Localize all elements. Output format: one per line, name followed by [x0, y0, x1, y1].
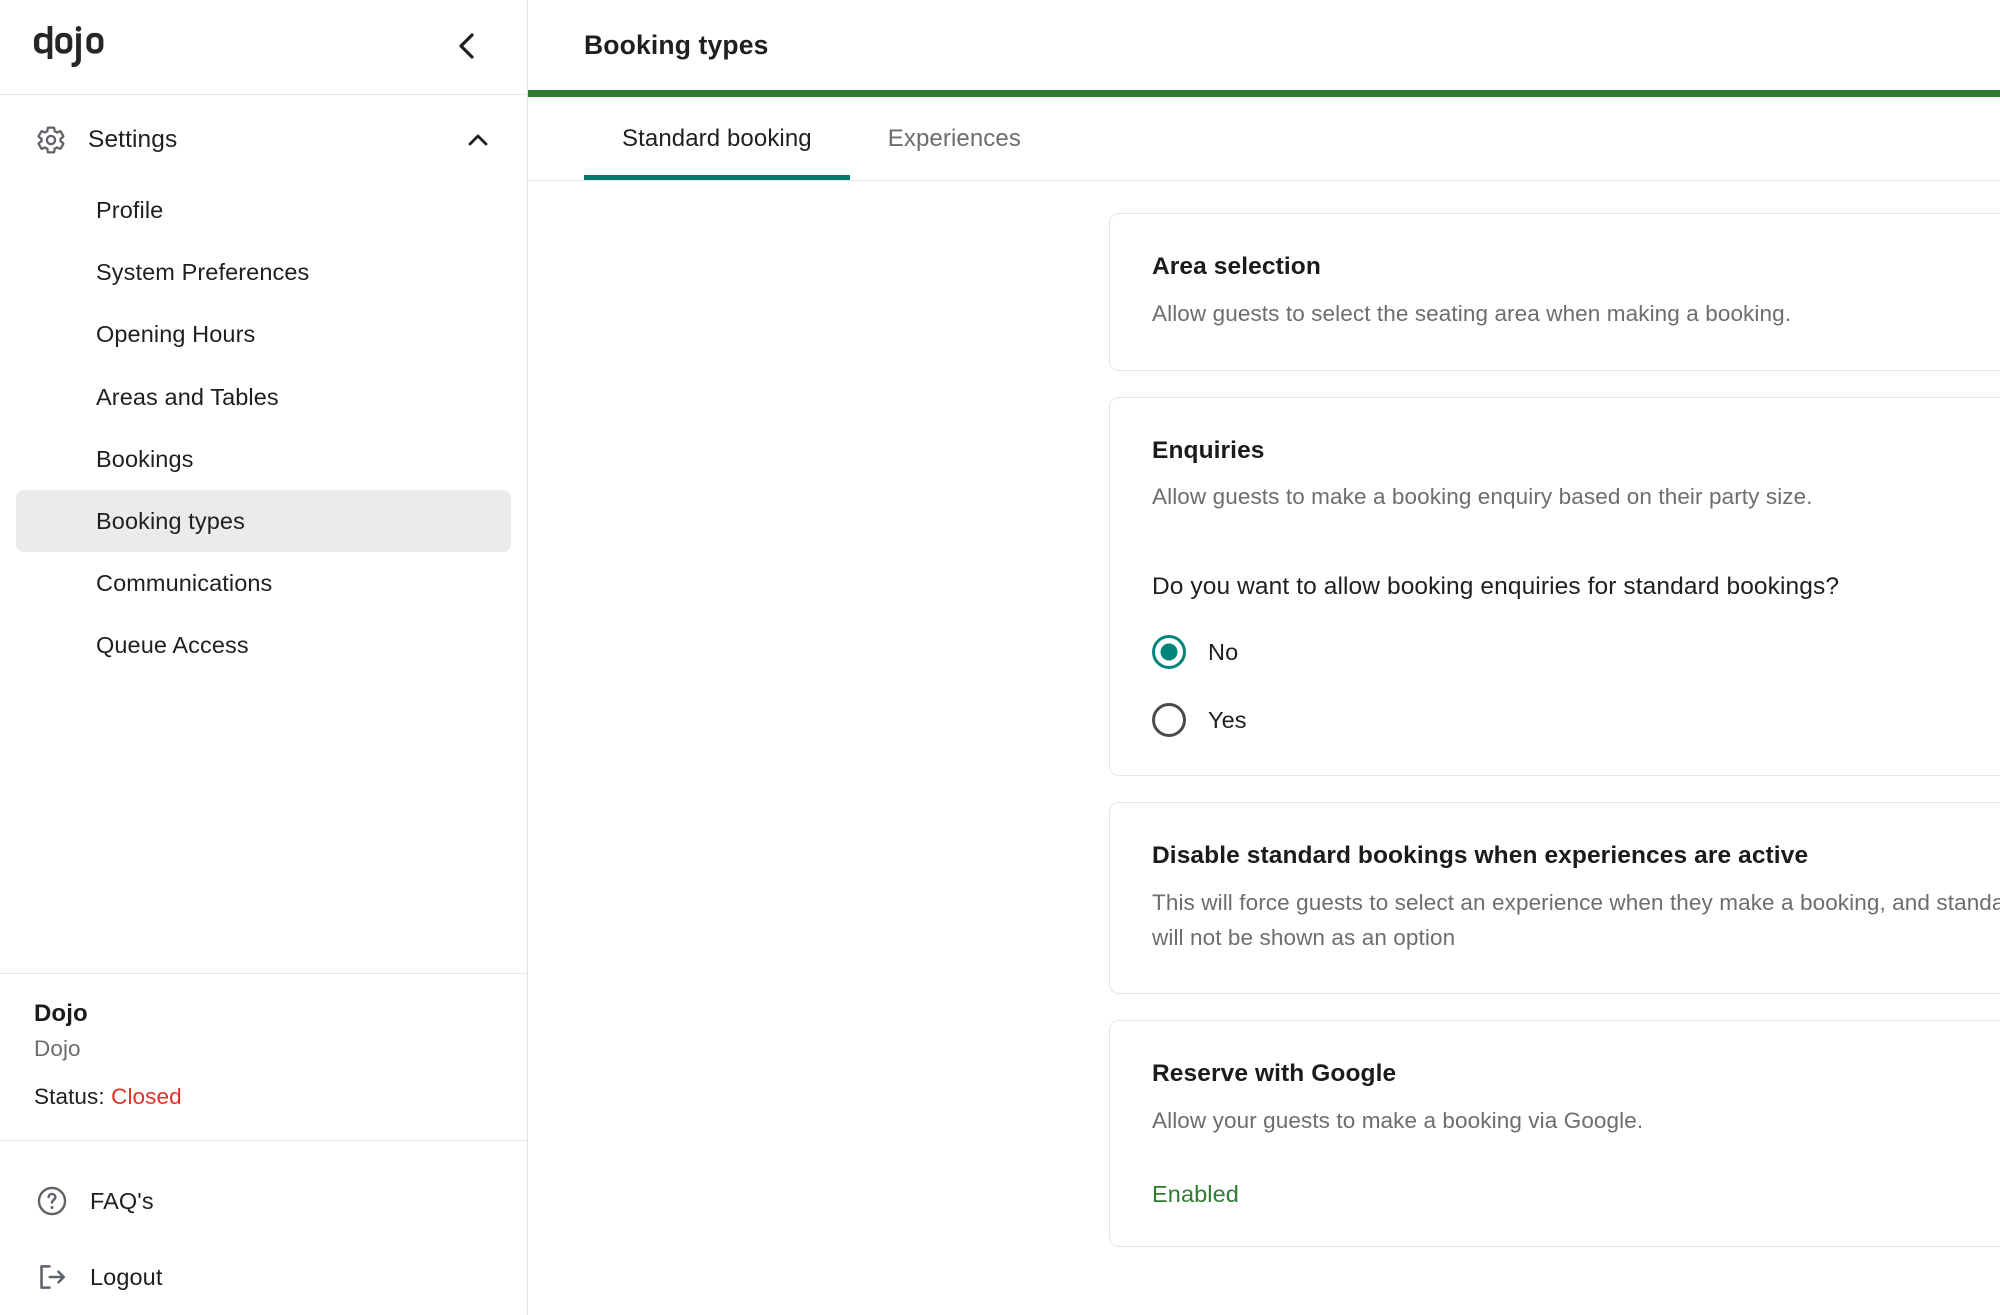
- sidebar-item-booking-types[interactable]: Booking types: [16, 489, 511, 553]
- main-content: Booking types Standard booking Experienc…: [528, 0, 2000, 1315]
- page-title: Booking types: [584, 29, 769, 60]
- sidebar-item-opening-hours[interactable]: Opening Hours: [16, 303, 511, 365]
- settings-panel: Area selection Allow guests to select th…: [528, 181, 2000, 1315]
- chevron-left-icon: [454, 31, 480, 64]
- app-root: Settings Profile System Preferences Open…: [0, 0, 2000, 1315]
- sidebar-header: [0, 0, 527, 95]
- card-disable-standard-bookings-body: Disable standard bookings when experienc…: [1152, 841, 2000, 955]
- sidebar-section-settings-label: Settings: [88, 126, 178, 153]
- sidebar-item-profile[interactable]: Profile: [16, 179, 511, 241]
- venue-subtitle: Dojo: [34, 1036, 81, 1061]
- card-disable-standard-bookings-description: This will force guests to select an expe…: [1152, 889, 2000, 950]
- card-disable-standard-bookings: Disable standard bookings when experienc…: [1109, 802, 2000, 995]
- sidebar-item-areas-and-tables[interactable]: Areas and Tables: [16, 366, 511, 428]
- venue-status: Status: Closed: [34, 1084, 493, 1110]
- sidebar-item-system-preferences[interactable]: System Preferences: [16, 241, 511, 303]
- faq-link[interactable]: FAQ's: [0, 1163, 527, 1239]
- status-badge: Closed: [111, 1084, 182, 1109]
- card-area-selection-description: Allow guests to select the seating area …: [1152, 300, 1792, 326]
- accent-bar: [528, 90, 2000, 97]
- tab-bar: Standard booking Experiences: [528, 97, 2000, 181]
- question-circle-icon: [34, 1183, 70, 1219]
- logout-link[interactable]: Logout: [0, 1239, 527, 1315]
- card-enquiries-body: Enquiries Allow guests to make a booking…: [1152, 436, 2000, 737]
- card-reserve-with-google: Reserve with Google Allow your guests to…: [1109, 1020, 2000, 1247]
- card-enquiries: Enquiries Allow guests to make a booking…: [1109, 396, 2000, 776]
- radio-yes-label: Yes: [1208, 706, 1247, 733]
- radio-no-label: No: [1208, 638, 1239, 665]
- venue-name: Dojo: [34, 1000, 88, 1027]
- card-enquiries-title: Enquiries: [1152, 436, 1265, 464]
- card-reserve-with-google-body: Reserve with Google Allow your guests to…: [1152, 1059, 2000, 1208]
- card-reserve-with-google-title: Reserve with Google: [1152, 1060, 1397, 1088]
- card-reserve-with-google-description: Allow your guests to make a booking via …: [1152, 1108, 1644, 1133]
- card-enquiries-description: Allow guests to make a booking enquiry b…: [1152, 484, 1813, 510]
- enquiries-option-yes[interactable]: Yes: [1152, 703, 2000, 737]
- sidebar-item-bookings[interactable]: Bookings: [16, 428, 511, 490]
- tab-standard-booking[interactable]: Standard booking: [584, 97, 850, 180]
- reserve-with-google-status: Enabled: [1152, 1180, 1239, 1207]
- sidebar-item-list: Profile System Preferences Opening Hours…: [0, 179, 527, 677]
- gear-icon: [34, 123, 68, 157]
- faq-label: FAQ's: [90, 1187, 154, 1214]
- enquiries-option-no[interactable]: No: [1152, 635, 2000, 669]
- sidebar: Settings Profile System Preferences Open…: [0, 0, 528, 1315]
- tab-experiences[interactable]: Experiences: [850, 97, 1059, 180]
- enquiries-question: Do you want to allow booking enquiries f…: [1152, 573, 1840, 600]
- sidebar-item-communications[interactable]: Communications: [16, 552, 511, 614]
- venue-status-label: Status:: [34, 1084, 105, 1109]
- card-area-selection-body: Area selection Allow guests to select th…: [1152, 252, 2000, 332]
- sidebar-nav: Settings Profile System Preferences Open…: [0, 95, 527, 973]
- dojo-logo[interactable]: [34, 26, 138, 68]
- sidebar-section-settings[interactable]: Settings: [0, 107, 527, 173]
- card-area-selection: Area selection Allow guests to select th…: [1109, 213, 2000, 371]
- sidebar-item-queue-access[interactable]: Queue Access: [16, 614, 511, 676]
- sidebar-collapse-button[interactable]: [443, 23, 491, 71]
- radio-yes[interactable]: [1152, 703, 1186, 737]
- card-area-selection-title: Area selection: [1152, 253, 1321, 280]
- page-header: Booking types: [528, 0, 2000, 90]
- venue-info: Dojo Dojo Status: Closed: [0, 973, 527, 1140]
- radio-no[interactable]: [1152, 635, 1186, 669]
- logout-label: Logout: [90, 1263, 163, 1290]
- logout-icon: [34, 1259, 70, 1295]
- chevron-up-icon: [465, 127, 491, 153]
- card-disable-standard-bookings-title: Disable standard bookings when experienc…: [1152, 842, 1809, 869]
- sidebar-footer: FAQ's Logout: [0, 1140, 527, 1315]
